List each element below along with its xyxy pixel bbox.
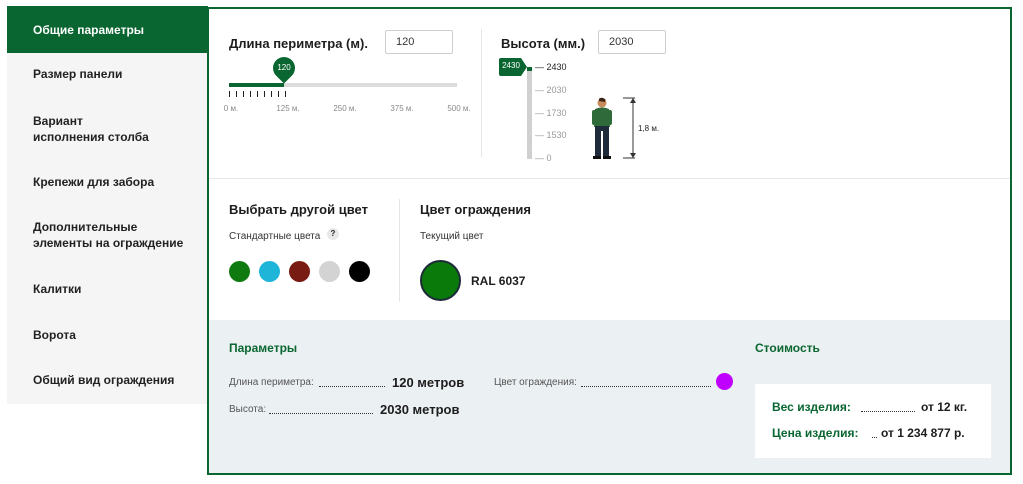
height-input[interactable]: 2030 [598, 30, 666, 54]
divider [209, 178, 1010, 179]
sidebar-item-label: Калитки [33, 282, 82, 296]
sidebar-item-general[interactable]: Общие параметры [7, 6, 208, 53]
dotted-leader [269, 413, 373, 414]
slider-tick [285, 91, 286, 97]
params-section: Параметры Длина периметра: 120 метров Вы… [209, 320, 1010, 473]
slider-tick [243, 91, 244, 97]
perimeter-ticks [229, 91, 457, 99]
slider-tick-label: 125 м. [276, 104, 300, 113]
main-panel: Длина периметра (м). 120 120 0 м. 125 м. 2… [207, 7, 1012, 475]
weight-value: от 12 кг. [921, 400, 968, 414]
sidebar-item-gates[interactable]: Ворота [7, 327, 208, 343]
perimeter-slider-fill [229, 83, 284, 87]
dotted-leader [319, 386, 385, 387]
slider-tick-label: 250 м. [333, 104, 357, 113]
slider-tick [257, 91, 258, 97]
param-color-label: Цвет ограждения: [494, 377, 577, 388]
sidebar-item-extra-elements[interactable]: Дополнительные элементы на ограждение [7, 219, 208, 251]
sidebar-item-label: Вариант исполнения столба [33, 114, 149, 144]
sidebar-item-post-variant[interactable]: Вариант исполнения столба [7, 113, 157, 145]
sidebar-item-label: Ворота [33, 328, 76, 342]
sidebar-item-wickets[interactable]: Калитки [7, 281, 208, 297]
slider-tick [236, 91, 237, 97]
dotted-leader [861, 411, 915, 412]
height-scale-label: — 1530 [535, 130, 567, 140]
dotted-leader [872, 437, 877, 438]
color-swatch[interactable] [259, 261, 280, 282]
params-title: Параметры [229, 341, 298, 355]
height-scale-label: — 1730 [535, 108, 567, 118]
sidebar-item-overview[interactable]: Общий вид ограждения [7, 372, 208, 388]
param-height-value: 2030 метров [380, 402, 460, 417]
color-pick-title: Выбрать другой цвет [229, 202, 368, 217]
perimeter-input[interactable]: 120 [385, 30, 453, 54]
height-dimension-icon [623, 97, 636, 159]
slider-tick [271, 91, 272, 97]
height-title: Высота (мм.) [501, 36, 586, 51]
slider-tick [264, 91, 265, 97]
height-scale-handle[interactable]: 2430 [499, 58, 529, 81]
sidebar: Общие параметры Размер панели Вариант ис… [7, 6, 208, 404]
slider-tick [229, 91, 230, 97]
dotted-leader [581, 386, 711, 387]
sidebar-item-label: Общие параметры [33, 22, 145, 37]
sidebar-item-fasteners[interactable]: Крепежи для забора [7, 174, 208, 190]
height-marker-value: 2430 [502, 61, 520, 70]
color-swatch[interactable] [349, 261, 370, 282]
perimeter-title: Длина периметра (м). [229, 36, 368, 51]
color-swatch[interactable] [229, 261, 250, 282]
help-icon[interactable]: ? [327, 228, 339, 240]
cost-box: Вес изделия: от 12 кг. Цена изделия: от … [755, 384, 991, 458]
person-icon [592, 97, 612, 159]
current-color-name: RAL 6037 [471, 274, 526, 288]
cost-title: Стоимость [755, 341, 820, 355]
sidebar-item-panel-size[interactable]: Размер панели [7, 66, 208, 82]
slider-tick-label: 500 м. [447, 104, 471, 113]
divider [481, 29, 482, 157]
param-height-label: Высота: [229, 404, 267, 415]
slider-tick-label: 375 м. [390, 104, 414, 113]
perimeter-slider-value: 120 [277, 63, 291, 72]
param-perimeter-value: 120 метров [392, 375, 465, 390]
color-swatch[interactable] [289, 261, 310, 282]
sidebar-item-label: Общий вид ограждения [33, 373, 175, 387]
slider-tick-label: 0 м. [223, 104, 239, 113]
sidebar-item-label: Размер панели [33, 67, 123, 81]
param-color-dot [716, 373, 733, 390]
standard-colors-label: Стандартные цвета [229, 231, 321, 242]
person-height-label: 1,8 м. [638, 124, 660, 133]
height-scale-label: — 2430 [535, 62, 567, 72]
price-label: Цена изделия: [772, 426, 859, 440]
color-swatch[interactable] [319, 261, 340, 282]
perimeter-slider-track[interactable] [229, 83, 457, 87]
price-value: от 1 234 877 р. [881, 426, 965, 440]
param-perimeter-label: Длина периметра: [229, 377, 314, 388]
height-scale-label: — 2030 [535, 85, 567, 95]
slider-tick [250, 91, 251, 97]
sidebar-item-label: Крепежи для забора [33, 175, 155, 189]
fence-color-title: Цвет ограждения [420, 202, 532, 217]
height-scale-label: — 0 [535, 153, 552, 163]
current-color-label: Текущий цвет [420, 231, 484, 242]
current-color-swatch [420, 260, 461, 301]
sidebar-item-label: Дополнительные элементы на ограждение [33, 220, 184, 250]
weight-label: Вес изделия: [772, 400, 851, 414]
slider-tick [278, 91, 279, 97]
divider [399, 199, 400, 302]
